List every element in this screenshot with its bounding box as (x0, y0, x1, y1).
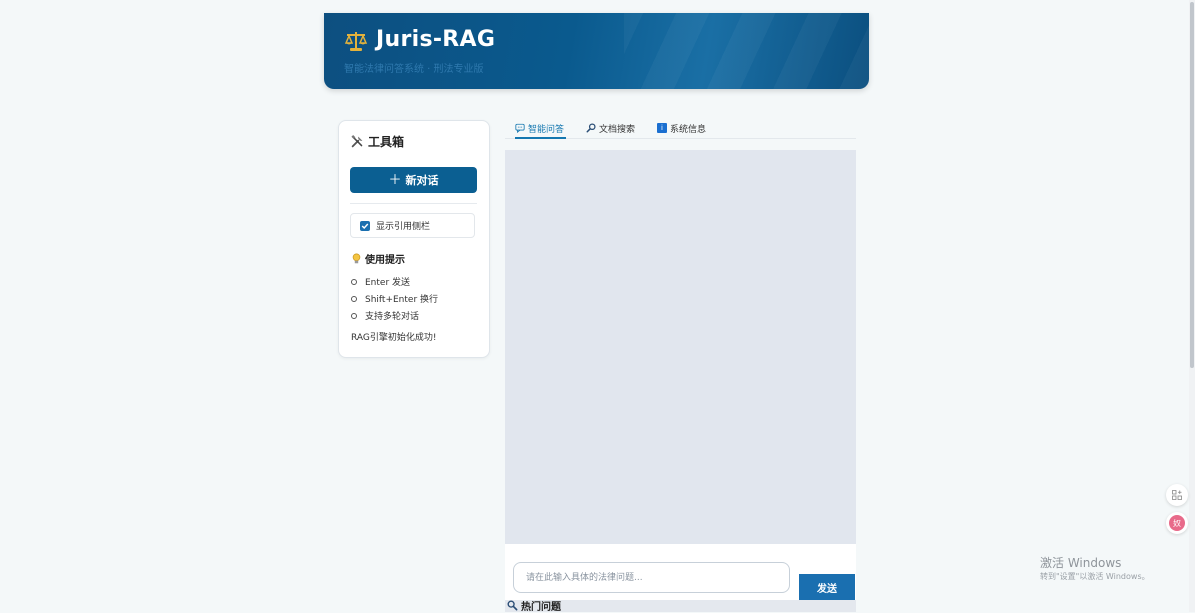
hot-questions-label: 热门问题 (521, 602, 561, 613)
tab-chat[interactable]: 智能问答 (515, 119, 567, 139)
search-icon (507, 600, 518, 611)
list-item: Enter 发送 (351, 273, 438, 290)
tab-doc-search-label: 文档搜索 (599, 124, 636, 135)
hot-questions-title: 热门问题 (507, 598, 561, 613)
new-chat-button[interactable]: ＋ 新对话 (350, 167, 477, 193)
toolbox-title-text: 工具箱 (368, 135, 405, 149)
divider (350, 203, 477, 204)
assistant-float-button[interactable]: 奴 (1166, 512, 1188, 534)
tab-system-info-label: 系统信息 (670, 124, 707, 135)
plus-icon: ＋ (388, 172, 402, 188)
send-button[interactable]: 发送 (799, 574, 855, 600)
tips-list: Enter 发送 Shift+Enter 换行 支持多轮对话 (351, 273, 438, 324)
tips-title: 使用提示 (351, 251, 405, 266)
activation-watermark-title: 激活 Windows (1040, 556, 1122, 570)
info-icon: i (657, 123, 667, 133)
chat-icon (515, 123, 525, 133)
scrollbar-thumb[interactable] (1190, 2, 1194, 368)
citation-sidebar-toggle[interactable]: 显示引用侧栏 (350, 213, 475, 238)
search-icon (586, 123, 596, 133)
assistant-badge: 奴 (1169, 515, 1185, 531)
list-item: 支持多轮对话 (351, 307, 438, 324)
lightbulb-icon (352, 253, 361, 263)
tools-icon (351, 135, 363, 148)
tab-bar: 智能问答 文档搜索 i 系统信息 (505, 119, 856, 139)
bullet-icon (351, 312, 357, 319)
app-title: Juris-RAG (376, 27, 496, 52)
chat-history-area[interactable] (505, 150, 856, 544)
toolbox-panel: 工具箱 ＋ 新对话 显示引用侧栏 使用提示 Enter 发送 Shift+Ent… (338, 120, 490, 358)
tips-title-text: 使用提示 (365, 255, 405, 266)
checkbox-checked-icon[interactable] (360, 220, 370, 231)
grid-add-icon[interactable] (1166, 484, 1188, 506)
tab-system-info[interactable]: i 系统信息 (657, 119, 706, 137)
tab-doc-search[interactable]: 文档搜索 (586, 119, 635, 137)
citation-toggle-label: 显示引用侧栏 (376, 222, 431, 232)
tab-chat-label: 智能问答 (528, 124, 565, 135)
new-chat-label: 新对话 (405, 174, 439, 187)
engine-status: RAG引擎初始化成功! (351, 333, 437, 343)
question-input[interactable] (513, 562, 790, 593)
bullet-icon (351, 278, 357, 285)
activation-watermark-subtitle: 转到"设置"以激活 Windows。 (1040, 572, 1150, 581)
bullet-icon (351, 295, 357, 302)
app-header: Juris-RAG 智能法律问答系统 · 刑法专业版 (324, 13, 869, 89)
scales-icon (344, 32, 368, 51)
list-item: Shift+Enter 换行 (351, 290, 438, 307)
app-subtitle: 智能法律问答系统 · 刑法专业版 (344, 64, 484, 75)
toolbox-title: 工具箱 (351, 133, 404, 150)
